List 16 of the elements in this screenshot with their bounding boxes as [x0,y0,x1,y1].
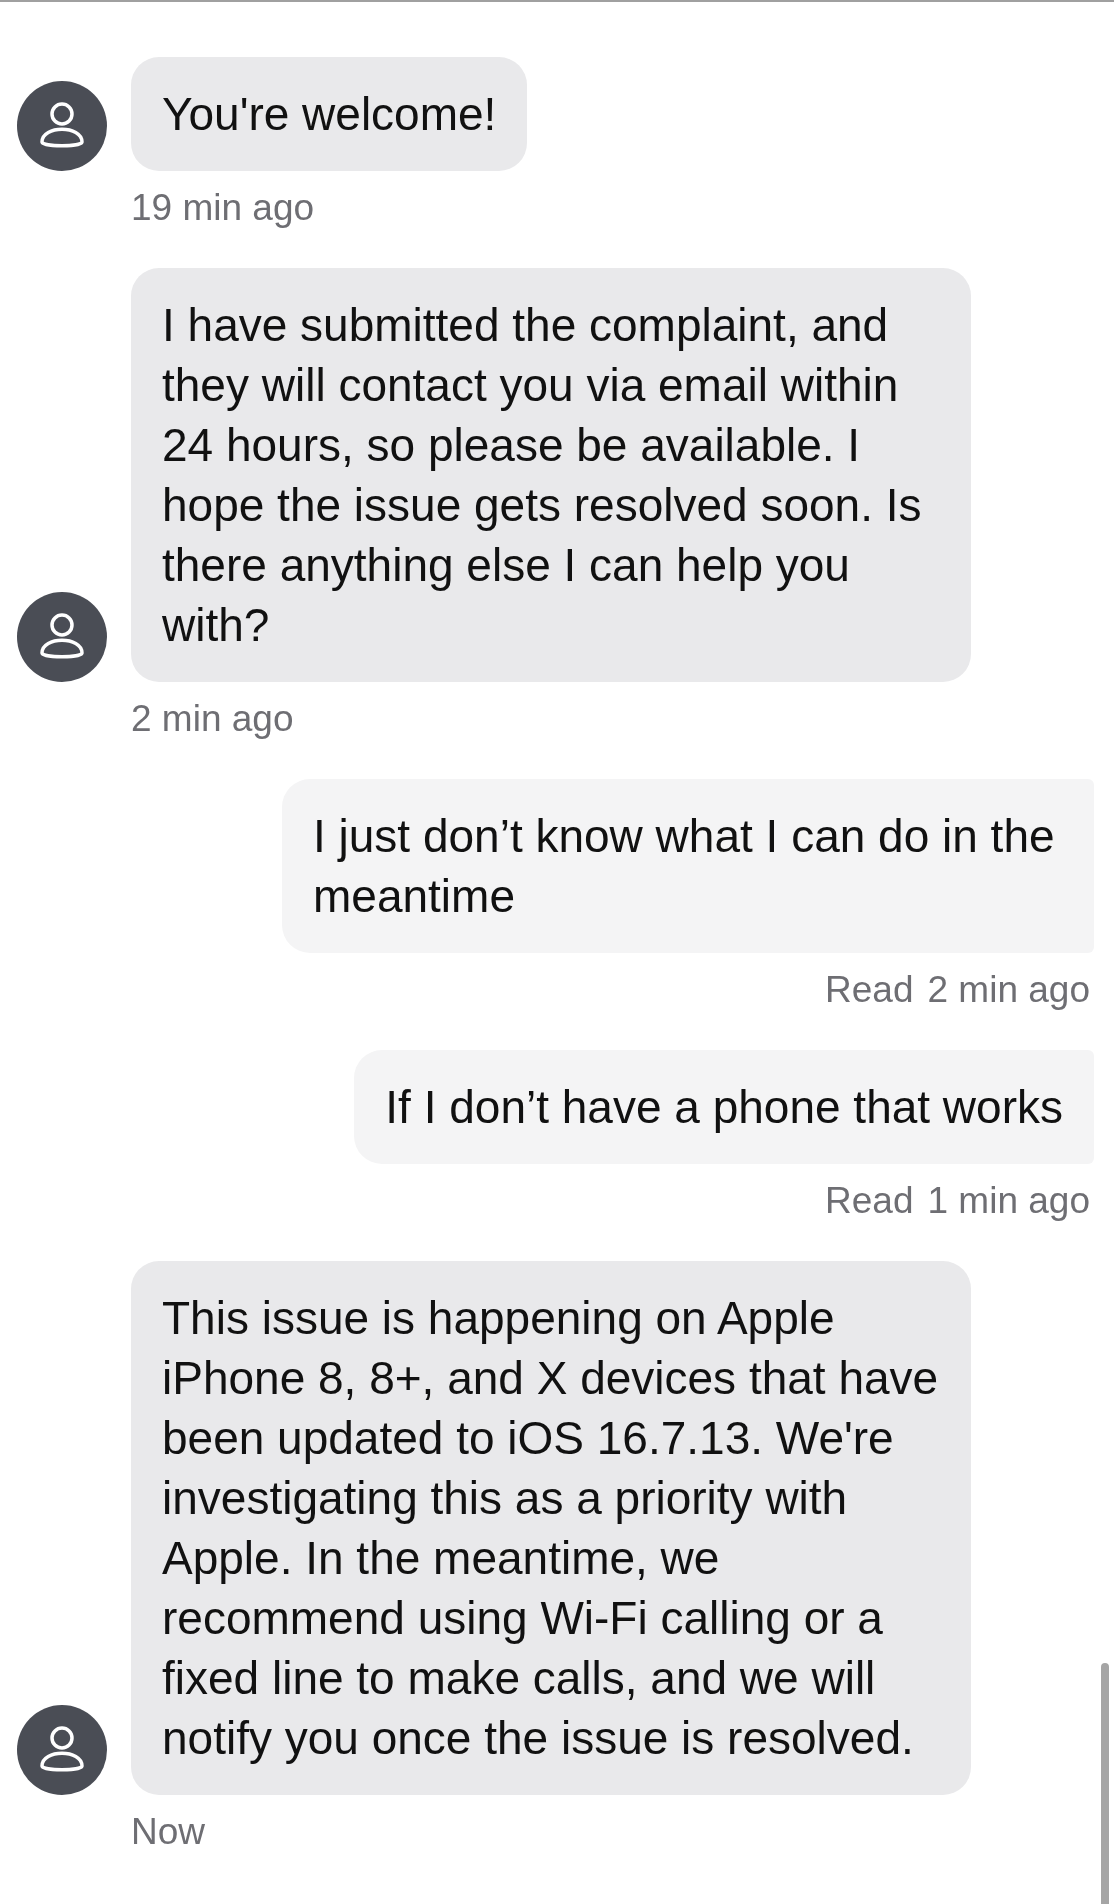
read-status: Read [825,971,914,1009]
message-bubble: This issue is happening on Apple iPhone 8, 8+, and X devices that have been updated to iOS 16.7.13. We're investigating this as a priority with Apple. In the meantime, we recommend using Wi-Fi calling or a fixed line to make calls, and we will notify you once the issue is resolved. [131,1261,971,1795]
avatar-icon [17,1705,107,1795]
message-bubble: I have submitted the complaint, and they will contact you via email within 24 hours, so please be available. I hope the issue gets resolved soon. Is there anything else I can help you with? [131,268,971,682]
message-bubble: If I don’t have a phone that works [354,1050,1094,1164]
timestamp: 19 min ago [131,189,316,227]
message-bubble: I just don’t know what I can do in the meantime [282,779,1094,953]
timestamp: 2 min ago [131,700,295,738]
timestamp: 1 min ago [927,1182,1090,1220]
avatar-icon [17,592,107,682]
avatar-icon [17,81,107,171]
message-bubble: You're welcome! [131,57,528,171]
timestamp: Now [131,1813,207,1851]
read-status: Read [825,1182,914,1220]
timestamp: 2 min ago [927,971,1090,1009]
scrollbar[interactable] [1101,1663,1109,1904]
